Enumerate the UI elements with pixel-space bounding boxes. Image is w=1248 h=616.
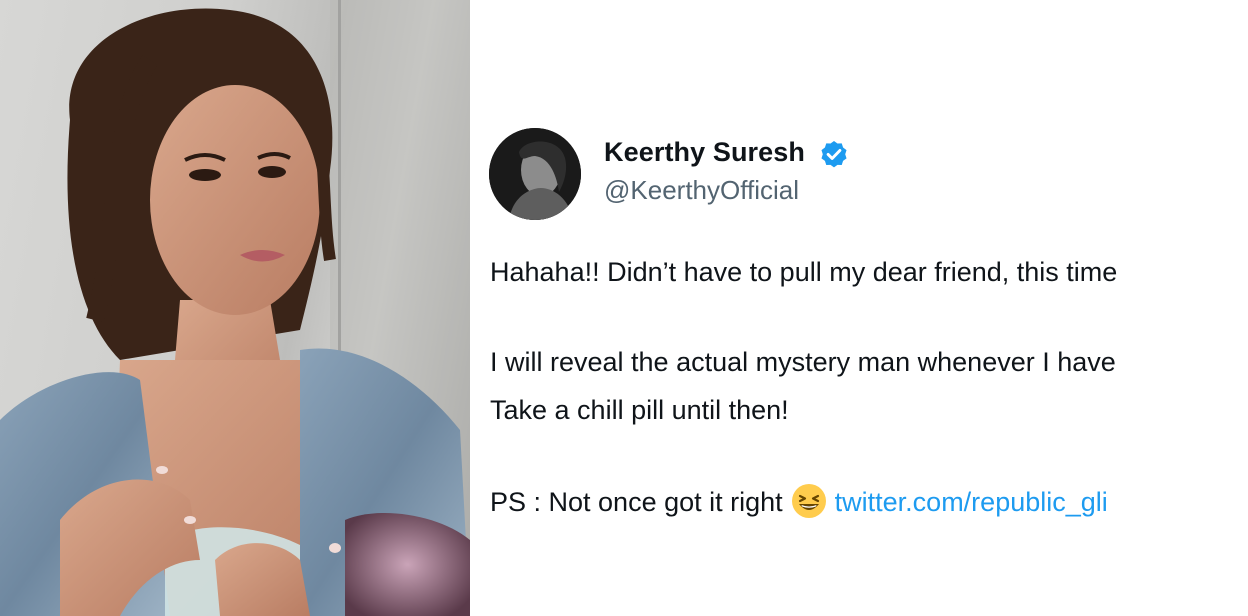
grinning-squinting-face-icon: [791, 484, 826, 518]
tweet-link[interactable]: twitter.com/republic_gli: [835, 487, 1108, 517]
tweet-text-line: Take a chill pill until then!: [490, 395, 789, 425]
ps-text: PS : Not once got it right: [490, 487, 783, 517]
tweet-card: Keerthy Suresh @KeerthyOfficial Hahaha!!…: [470, 0, 1248, 616]
tweet-text-line: I will reveal the actual mystery man whe…: [490, 347, 1116, 377]
tweet-text-line: Hahaha!! Didn’t have to pull my dear fri…: [490, 257, 1118, 287]
author-handle[interactable]: @KeerthyOfficial: [604, 175, 799, 206]
tweet-ps-line: PS : Not once got it right twitter.com/r…: [490, 483, 1108, 519]
avatar-image: [489, 128, 581, 220]
author-display-name[interactable]: Keerthy Suresh: [604, 137, 805, 168]
screenshot-canvas: Keerthy Suresh @KeerthyOfficial Hahaha!!…: [0, 0, 1248, 616]
portrait-photo: [0, 0, 470, 616]
profile-avatar[interactable]: [489, 128, 581, 220]
verified-badge-icon: [821, 141, 847, 168]
